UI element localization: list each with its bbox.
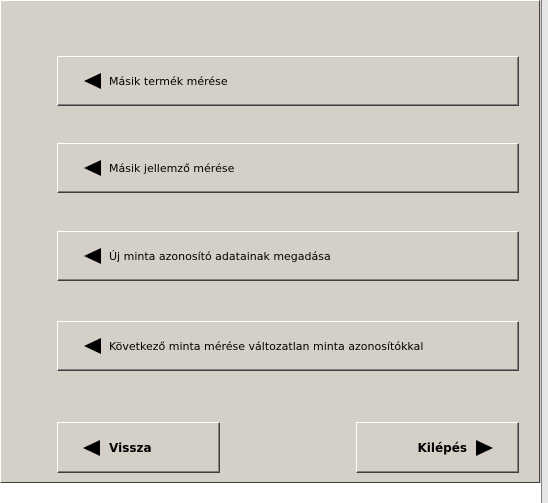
exit-button[interactable]: Kilépés bbox=[356, 422, 519, 473]
measure-next-sample-label: Következő minta mérése változatlan minta… bbox=[109, 339, 424, 353]
new-sample-identifier-label: Új minta azonosító adatainak megadása bbox=[109, 249, 331, 263]
arrow-left-icon bbox=[84, 338, 101, 354]
window-edge bbox=[541, 0, 548, 503]
measure-other-characteristic-button[interactable]: Másik jellemző mérése bbox=[57, 143, 519, 193]
measure-other-characteristic-label: Másik jellemző mérése bbox=[109, 161, 235, 175]
arrow-left-icon bbox=[84, 248, 101, 264]
measure-other-product-button[interactable]: Másik termék mérése bbox=[57, 56, 519, 106]
back-label: Vissza bbox=[109, 440, 152, 455]
new-sample-identifier-button[interactable]: Új minta azonosító adatainak megadása bbox=[57, 231, 519, 281]
arrow-left-icon bbox=[83, 439, 100, 456]
measure-other-product-label: Másik termék mérése bbox=[109, 74, 228, 88]
arrow-left-icon bbox=[84, 73, 101, 89]
bottom-margin bbox=[0, 483, 541, 503]
arrow-left-icon bbox=[84, 160, 101, 176]
exit-label: Kilépés bbox=[417, 440, 467, 455]
dialog-panel: Másik termék mérése Másik jellemző mérés… bbox=[0, 0, 540, 483]
back-button[interactable]: Vissza bbox=[57, 422, 220, 473]
measure-next-sample-button[interactable]: Következő minta mérése változatlan minta… bbox=[57, 321, 519, 371]
arrow-right-icon bbox=[476, 439, 493, 456]
